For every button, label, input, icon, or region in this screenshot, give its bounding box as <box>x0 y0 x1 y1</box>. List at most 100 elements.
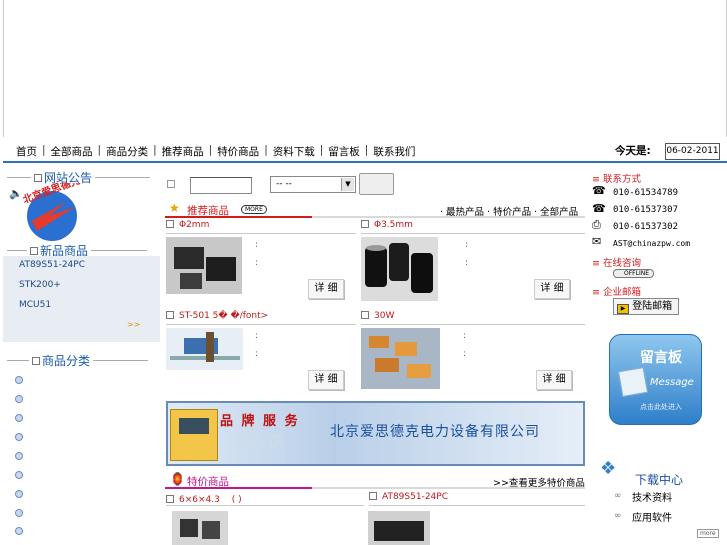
checkbox-icon <box>34 173 42 182</box>
expand-icon <box>369 492 377 500</box>
category-bullet-icon[interactable] <box>15 414 23 422</box>
doc-icon: ∞ <box>614 491 622 501</box>
detail-button[interactable]: 详 细 <box>536 370 572 390</box>
brand-title: 品 牌 服 务 <box>220 414 300 429</box>
expand-icon <box>166 495 174 503</box>
product-image[interactable] <box>361 328 440 389</box>
date-field: 06-02-2011 <box>665 143 720 160</box>
expand-icon <box>361 220 369 228</box>
nav-separator: | <box>319 144 324 156</box>
newprod-item[interactable]: AT89S51-24PC <box>19 260 85 270</box>
product-header: 30W <box>361 311 585 325</box>
newprod-item[interactable]: STK200+ <box>19 280 61 290</box>
message-board-title: 留言板 <box>640 350 682 366</box>
newprod-more-link[interactable]: >> <box>127 320 140 329</box>
chevron-down-icon: ▼ <box>341 178 354 191</box>
special-product-name[interactable]: AT89S51-24PC <box>382 492 448 502</box>
checkbox-icon <box>32 356 40 365</box>
search-input[interactable] <box>190 177 252 194</box>
more-badge[interactable]: MORE <box>241 205 267 214</box>
fax-icon: ⎙ <box>592 218 601 231</box>
nav-guestbook[interactable]: 留言板 <box>328 144 360 159</box>
category-header: 商品分类 <box>7 352 149 369</box>
nav-specials[interactable]: 特价商品 <box>217 144 259 159</box>
expand-icon <box>166 311 174 319</box>
left-sidebar: 网站公告 🔈 北京爱思德克 新品商品 AT89S51-24PC STK200+ … <box>3 165 160 545</box>
mail-title: ≡ 企业邮箱 <box>592 287 641 298</box>
nav-all-products[interactable]: 全部商品 <box>51 144 93 159</box>
nav-menu: 首页 | 全部商品 | 商品分类 | 推荐商品 | 特价商品 | 资料下载 | 留言板 | 联… <box>16 144 415 159</box>
download-item[interactable]: 应用软件 <box>632 509 672 524</box>
expand-icon <box>361 311 369 319</box>
divider <box>93 360 149 361</box>
product-image[interactable] <box>166 328 243 370</box>
product-image[interactable] <box>361 237 438 301</box>
category-bullet-icon[interactable] <box>15 433 23 441</box>
category-bullet-icon[interactable] <box>15 490 23 498</box>
today-label: 今天是: <box>615 145 651 157</box>
detail-button[interactable]: 详 细 <box>308 370 344 390</box>
product-field: : <box>255 240 259 250</box>
nav-categories[interactable]: 商品分类 <box>106 144 148 159</box>
detail-button[interactable]: 详 细 <box>534 279 570 299</box>
category-bullet-icon[interactable] <box>15 395 23 403</box>
category-bullet-icon[interactable] <box>15 452 23 460</box>
newprod-item[interactable]: MCU51 <box>19 300 51 310</box>
special-product-header: 6×6×4.3 ( ) <box>166 492 364 506</box>
nav-separator: | <box>208 144 213 156</box>
nav-separator: | <box>264 144 268 156</box>
divider <box>7 177 31 178</box>
checkbox-icon <box>30 246 38 255</box>
download-center-title: 下载中心 <box>635 473 684 487</box>
detail-button[interactable]: 详 细 <box>308 279 344 299</box>
product-name[interactable]: 30W <box>374 311 394 321</box>
category-bullet-icon[interactable] <box>15 376 23 384</box>
phone-2: 010-61537307 <box>613 205 679 215</box>
contact-title-text: 联系方式 <box>602 174 641 185</box>
doc-icon: ∞ <box>614 511 622 521</box>
nav-home[interactable]: 首页 <box>16 144 37 159</box>
nav-separator: | <box>42 144 46 156</box>
special-divider <box>165 487 585 489</box>
search-category-select[interactable]: -- -- ▼ <box>270 176 356 193</box>
product-field: : <box>255 349 259 359</box>
search-checkbox[interactable] <box>167 180 175 188</box>
company-logo: 北京爱思德克 <box>21 183 82 241</box>
product-name[interactable]: ST-501 5� �/font> <box>179 311 268 321</box>
consult-title: ≡ 在线咨询 <box>592 258 641 269</box>
main-nav: 首页 | 全部商品 | 商品分类 | 推荐商品 | 特价商品 | 资料下载 | 留言板 | 联… <box>3 138 727 163</box>
product-name[interactable]: Φ2mm <box>179 220 209 230</box>
download-item[interactable]: 技术资料 <box>632 489 672 504</box>
category-bullet-icon[interactable] <box>15 471 23 479</box>
nav-downloads[interactable]: 资料下载 <box>273 144 315 159</box>
category-bullet-icon[interactable] <box>15 527 23 535</box>
login-mail-button[interactable]: ▶ 登陆邮箱 <box>613 298 679 315</box>
category-bullet-icon[interactable] <box>15 509 23 517</box>
expand-icon <box>166 220 174 228</box>
nav-contact[interactable]: 联系我们 <box>373 144 415 159</box>
offline-badge[interactable]: OFFLINE <box>613 269 655 278</box>
divider <box>95 177 151 178</box>
download-more-link[interactable]: more <box>697 529 719 538</box>
instrument-image <box>170 409 218 461</box>
special-product-header: AT89S51-24PC <box>369 492 585 506</box>
email-address[interactable]: AST@chinazpw.com <box>613 239 690 248</box>
special-product-image[interactable] <box>368 511 430 545</box>
message-board-hint: 点击此处进入 <box>640 403 682 411</box>
star-icon: ★ <box>169 201 180 215</box>
product-field: : <box>465 240 469 250</box>
special-product-name[interactable]: 6×6×4.3 ( ) <box>179 495 242 505</box>
product-field: : <box>255 331 259 341</box>
download-center-icon: ❖ <box>600 458 617 479</box>
product-field: : <box>255 258 259 268</box>
product-field: : <box>465 258 469 268</box>
message-board-button[interactable]: 留言板 Message 点击此处进入 <box>609 334 702 425</box>
special-product-image[interactable] <box>172 511 228 545</box>
nav-recommended[interactable]: 推荐商品 <box>162 144 204 159</box>
search-button[interactable] <box>359 173 394 195</box>
product-name[interactable]: Φ3.5mm <box>374 220 413 230</box>
top-banner <box>3 0 727 137</box>
brand-service-banner[interactable]: 品 牌 服 务 爱心德 北京爱思德克电力设备有限公司 <box>166 401 585 466</box>
fax-number: 010-61537302 <box>613 222 679 232</box>
product-image[interactable] <box>166 237 242 294</box>
